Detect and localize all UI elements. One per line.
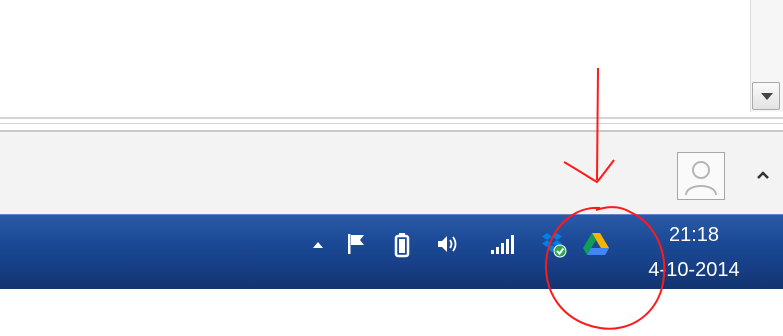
volume-icon[interactable] xyxy=(434,230,462,258)
chevron-up-icon xyxy=(757,171,769,179)
user-silhouette-icon xyxy=(685,161,717,196)
clock-date: 4-10-2014 xyxy=(648,259,740,281)
network-icon[interactable] xyxy=(488,230,516,258)
battery-icon xyxy=(394,233,410,258)
triangle-up-icon xyxy=(313,242,323,248)
signal-bars-icon xyxy=(491,235,514,254)
clock-time: 21:18 xyxy=(668,224,720,246)
taskbar-clock[interactable]: 21:18 4-10-2014 xyxy=(628,220,760,286)
speaker-icon xyxy=(438,236,457,252)
dropbox-icon[interactable] xyxy=(540,230,568,258)
action-center-icon[interactable] xyxy=(344,230,372,258)
user-avatar[interactable] xyxy=(677,152,725,200)
flag-icon xyxy=(348,234,364,254)
scroll-down-button[interactable] xyxy=(752,82,780,110)
show-hidden-icons-button[interactable] xyxy=(304,230,332,258)
window-bottom-bar xyxy=(0,132,783,214)
google-drive-icon xyxy=(583,233,609,255)
expand-button[interactable] xyxy=(755,168,771,182)
google-drive-icon[interactable] xyxy=(582,230,610,258)
dropbox-icon xyxy=(542,233,567,258)
divider xyxy=(0,117,783,119)
battery-icon[interactable] xyxy=(388,230,416,258)
divider xyxy=(0,123,783,124)
